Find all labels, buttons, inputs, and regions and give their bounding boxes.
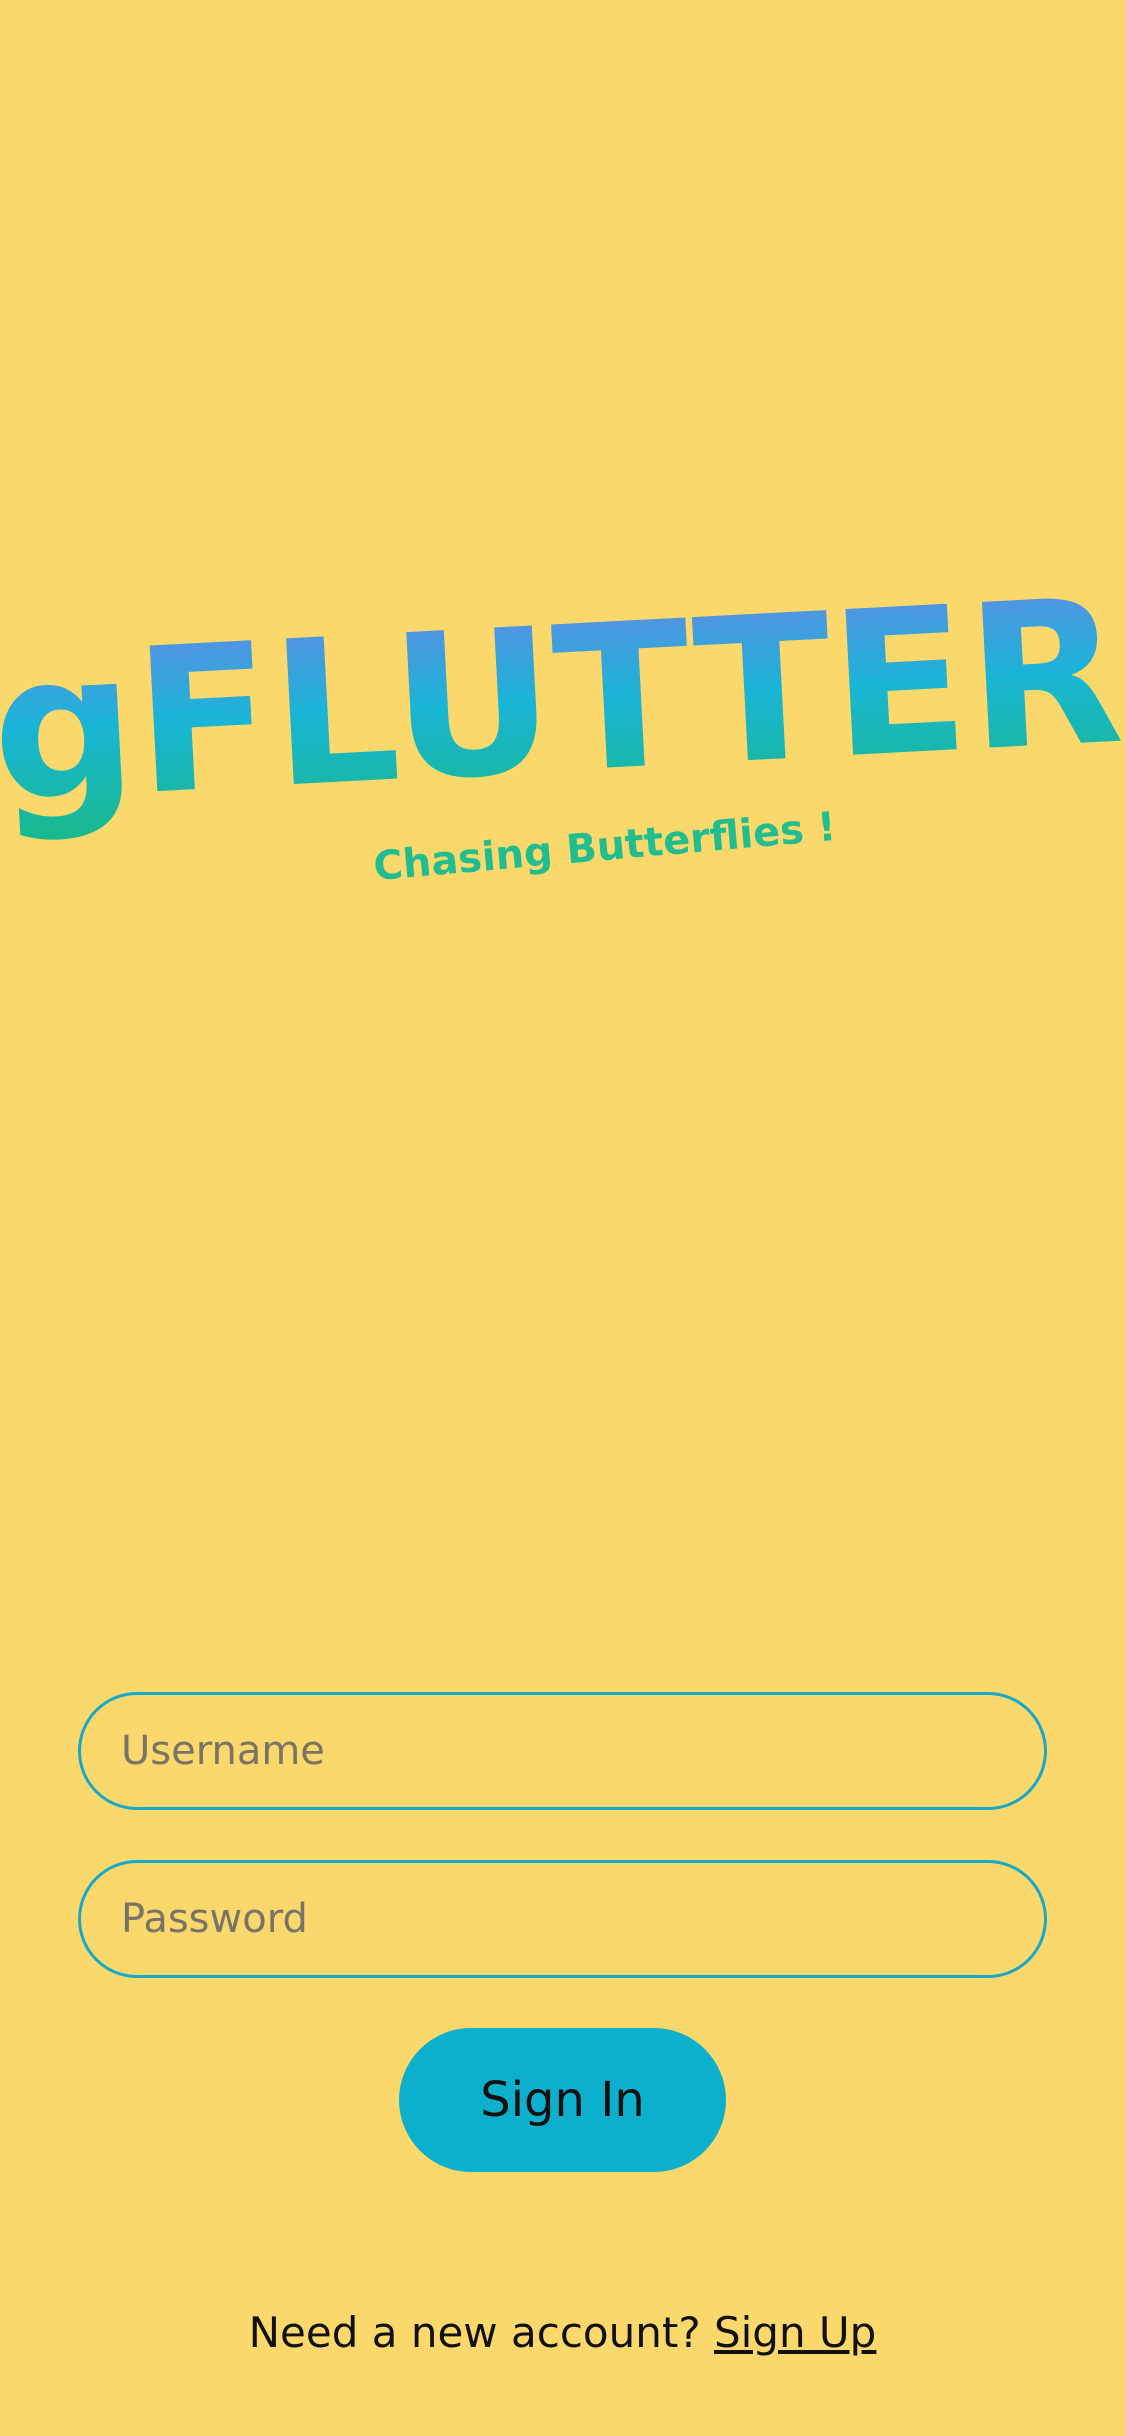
sign-in-button[interactable]: Sign In (399, 2028, 726, 2172)
signup-prompt-row: Need a new account? Sign Up (0, 2308, 1125, 2357)
signup-prompt-text: Need a new account? (248, 2308, 714, 2357)
username-input[interactable] (81, 1695, 1044, 1807)
password-input[interactable] (81, 1863, 1044, 1975)
username-field[interactable] (78, 1692, 1047, 1810)
app-logo: gFLUTTER Chasing Butterflies ! (0, 560, 1125, 920)
sign-in-label: Sign In (480, 2072, 645, 2128)
logo-wordmark: gFLUTTER (0, 560, 1125, 848)
svg-text:gFLUTTER: gFLUTTER (0, 560, 1125, 848)
password-field[interactable] (78, 1860, 1047, 1978)
sign-up-link[interactable]: Sign Up (714, 2308, 876, 2357)
